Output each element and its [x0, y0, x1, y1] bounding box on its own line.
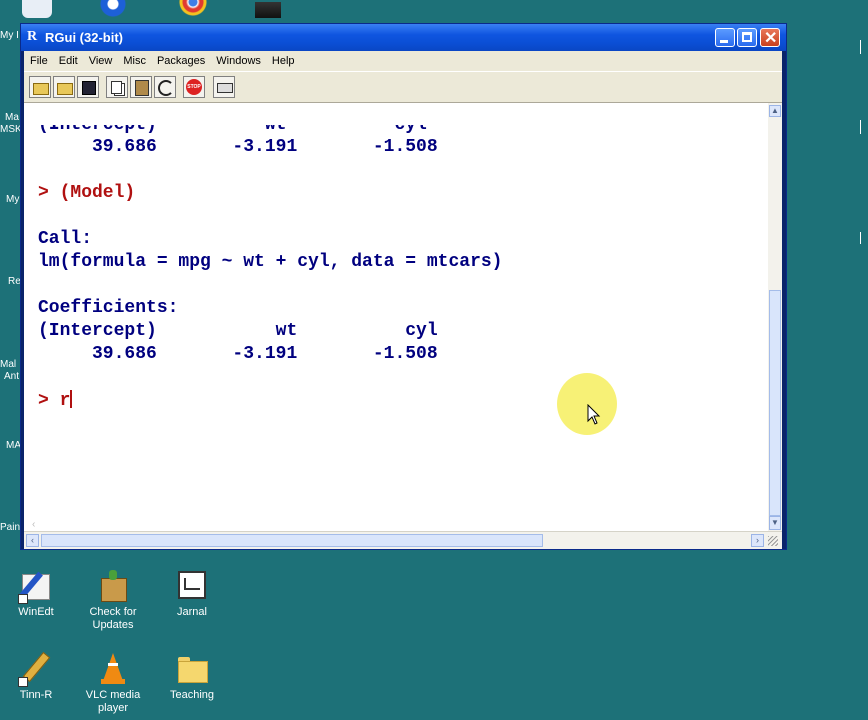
open-script-button[interactable]: [29, 76, 51, 98]
h-scroll-thumb[interactable]: [41, 534, 543, 547]
console-line: Coefficients:: [38, 298, 179, 318]
desktop-icon-label: Jarnal: [177, 606, 207, 618]
close-icon: ✕: [764, 30, 778, 47]
console-line: (Intercept) wt cyl: [38, 115, 427, 135]
console-line: (Intercept) wt cyl: [38, 321, 438, 341]
jarnal-icon: [174, 568, 210, 604]
desktop-icon-tinn-r[interactable]: Tinn-R: [0, 651, 74, 702]
edge-label[interactable]: Ant: [4, 371, 19, 382]
toolbar: STOP: [24, 71, 782, 103]
top-desktop-icon[interactable]: [22, 0, 52, 18]
scroll-left-arrow-icon[interactable]: ‹: [26, 534, 39, 547]
desktop-icon-label: Tinn-R: [19, 689, 53, 701]
vertical-scrollbar[interactable]: ▲ ▼: [768, 103, 782, 533]
save-icon: [82, 81, 96, 95]
prompt-text: > r: [38, 391, 71, 411]
media-player-icon[interactable]: [98, 0, 128, 20]
edge-label[interactable]: Mal: [0, 359, 16, 370]
r-logo-icon: R: [27, 29, 38, 44]
desktop-icon-vlc[interactable]: VLC media player: [75, 651, 151, 715]
menu-edit[interactable]: Edit: [53, 51, 83, 67]
minimize-icon: [720, 40, 728, 43]
menu-misc[interactable]: Misc: [117, 51, 151, 67]
edge-label[interactable]: MSK: [0, 124, 22, 135]
copy-paste-button[interactable]: [154, 76, 176, 98]
rgui-window: R RGui (32-bit) ✕ File Edit View Misc Packag…: [20, 23, 787, 550]
text-caret: [70, 390, 73, 408]
console-line: 39.686 -3.191 -1.508: [38, 344, 438, 364]
horizontal-scrollbar[interactable]: ‹ ›: [24, 531, 782, 549]
open-script-icon: [33, 83, 49, 95]
menu-help[interactable]: Help: [266, 51, 300, 67]
desktop-icon-label: VLC media player: [85, 689, 141, 714]
pencil-icon: [18, 651, 54, 687]
console-line: 39.686 -3.191 -1.508: [38, 137, 438, 157]
close-button[interactable]: ✕: [760, 28, 780, 47]
edge-label[interactable]: My I: [0, 30, 19, 41]
paste-button[interactable]: [130, 76, 152, 98]
edge-label[interactable]: MA: [6, 440, 21, 451]
maximize-button[interactable]: [737, 28, 757, 47]
vlc-cone-icon: [95, 651, 131, 687]
paste-icon: [135, 80, 149, 96]
minimize-button[interactable]: [715, 28, 735, 47]
console-prompt-line[interactable]: > r: [38, 390, 73, 411]
load-workspace-icon: [57, 83, 73, 95]
maximize-icon: [742, 32, 752, 42]
scroll-right-arrow-icon[interactable]: ›: [751, 534, 764, 547]
desktop-icon-winedt[interactable]: WinEdt: [0, 568, 74, 619]
copy-icon: [111, 81, 122, 94]
save-button[interactable]: [77, 76, 99, 98]
print-icon: [217, 83, 233, 93]
folder-icon: [174, 651, 210, 687]
scroll-down-arrow-icon[interactable]: ▼: [769, 516, 781, 530]
edge-label[interactable]: Re: [8, 276, 21, 287]
movie-maker-icon[interactable]: [255, 2, 281, 18]
right-edge-window: [858, 0, 868, 720]
menu-file[interactable]: File: [24, 51, 53, 67]
print-button[interactable]: [213, 76, 235, 98]
desktop-icon-teaching[interactable]: Teaching: [154, 651, 230, 702]
edge-label[interactable]: Pain: [0, 522, 20, 533]
menu-bar: File Edit View Misc Packages Windows Help: [24, 51, 782, 71]
menu-view[interactable]: View: [83, 51, 118, 67]
desktop-icon-jarnal[interactable]: Jarnal: [154, 568, 230, 619]
resize-grip-icon[interactable]: [768, 536, 778, 546]
console-input-line: > (Model): [38, 183, 136, 203]
stop-button[interactable]: STOP: [183, 76, 205, 98]
winedt-icon: [18, 568, 54, 604]
copy-paste-icon: [158, 80, 174, 96]
scroll-thumb[interactable]: [769, 290, 781, 516]
desktop-icon-label: Teaching: [169, 689, 215, 701]
load-workspace-button[interactable]: [53, 76, 75, 98]
console-line: lm(formula = mpg ~ wt + cyl, data = mtca…: [38, 252, 503, 272]
r-console[interactable]: (Intercept) wt cyl 39.686 -3.191 -1.508 …: [24, 103, 768, 533]
mouse-pointer-icon: [587, 404, 601, 425]
scroll-up-arrow-icon[interactable]: ▲: [769, 105, 781, 117]
menu-packages[interactable]: Packages: [151, 51, 210, 67]
chrome-icon[interactable]: [178, 0, 208, 20]
inner-scroll-arrow-left[interactable]: ‹: [32, 519, 35, 530]
copy-button[interactable]: [106, 76, 128, 98]
desktop-icon-label: Check for Updates: [89, 606, 137, 631]
desktop-icon-label: WinEdt: [18, 606, 54, 618]
menu-windows[interactable]: Windows: [210, 51, 266, 67]
stop-icon: STOP: [186, 79, 202, 95]
console-line: Call:: [38, 229, 93, 249]
title-bar[interactable]: R RGui (32-bit) ✕: [21, 24, 786, 51]
edge-label[interactable]: My: [6, 194, 19, 205]
package-icon: [95, 568, 131, 604]
edge-label[interactable]: Ma: [5, 112, 19, 123]
desktop-icon-check-for-updates[interactable]: Check for Updates: [75, 568, 151, 632]
window-title: RGui (32-bit): [45, 30, 123, 45]
